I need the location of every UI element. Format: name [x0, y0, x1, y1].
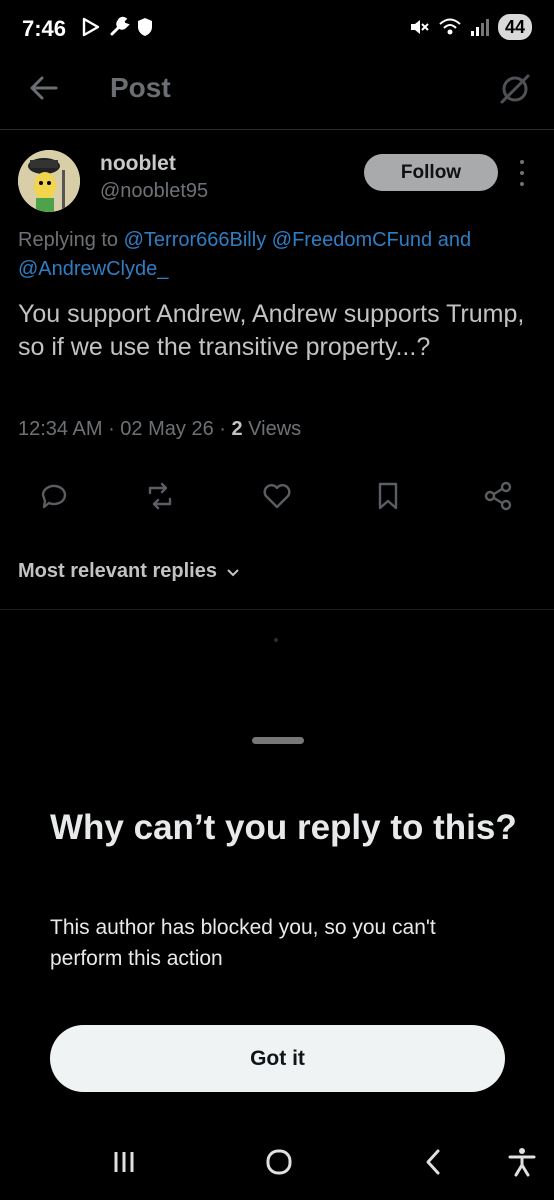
- status-time: 7:46: [22, 16, 67, 41]
- home-icon[interactable]: [259, 1146, 299, 1178]
- system-nav-bar: [0, 1120, 554, 1200]
- author-name[interactable]: nooblet: [100, 152, 176, 176]
- sheet-title: Why can’t you reply to this?: [50, 808, 517, 847]
- accessibility-icon[interactable]: [502, 1146, 542, 1178]
- status-bar: 7:46 44: [0, 0, 554, 56]
- back-arrow-icon[interactable]: [28, 72, 60, 104]
- bookmark-icon[interactable]: [372, 480, 404, 512]
- battery-icon: 44: [498, 14, 532, 40]
- back-nav-icon[interactable]: [414, 1146, 454, 1178]
- post-header: Post: [0, 60, 554, 130]
- follow-button[interactable]: Follow: [364, 154, 498, 191]
- wifi-icon: [439, 18, 461, 35]
- action-bar: [0, 480, 554, 520]
- author-handle[interactable]: @nooblet95: [100, 180, 208, 203]
- post-text: You support Andrew, Andrew supports Trum…: [18, 300, 525, 361]
- mention-link[interactable]: @FreedomCFund: [272, 229, 432, 251]
- play-store-icon: [82, 17, 100, 37]
- post-date: 02 May 26: [120, 418, 214, 440]
- post-meta: 12:34 AM · 02 May 26 · 2 Views: [18, 418, 302, 440]
- status-icons-left: [80, 16, 154, 38]
- status-icons-right: 44: [408, 14, 532, 40]
- views-label: Views: [248, 418, 302, 440]
- replying-and: and: [437, 229, 472, 251]
- mention-link[interactable]: @AndrewClyde_: [18, 258, 168, 280]
- signal-icon: [471, 19, 489, 36]
- avatar-illustration: [18, 150, 80, 212]
- mention-link[interactable]: @Terror666Billy: [124, 229, 267, 251]
- sort-label: Most relevant replies: [18, 560, 217, 582]
- shield-icon: [138, 18, 152, 36]
- sheet-drag-handle[interactable]: [252, 737, 304, 744]
- got-it-button[interactable]: Got it: [50, 1025, 505, 1092]
- post-time: 12:34 AM: [18, 418, 103, 440]
- repost-icon[interactable]: [144, 480, 176, 512]
- views-count: 2: [231, 418, 243, 440]
- post: nooblet @nooblet95 Follow Replying to @T…: [0, 130, 554, 610]
- wrench-icon: [110, 16, 130, 36]
- loading-dot: [274, 638, 278, 642]
- sheet-description: This author has blocked you, so you can'…: [50, 916, 436, 970]
- more-options-icon[interactable]: [514, 160, 530, 186]
- grok-icon[interactable]: [498, 72, 532, 106]
- recent-apps-icon[interactable]: [104, 1146, 144, 1178]
- reply-sort-dropdown[interactable]: Most relevant replies: [18, 560, 241, 583]
- reply-icon[interactable]: [38, 480, 70, 512]
- avatar[interactable]: [18, 150, 80, 212]
- replying-prefix: Replying to: [18, 229, 119, 251]
- page-title: Post: [110, 72, 171, 103]
- share-icon[interactable]: [482, 480, 514, 512]
- like-icon[interactable]: [261, 480, 293, 512]
- mute-icon: [411, 20, 429, 34]
- replying-to: Replying to @Terror666Billy @FreedomCFun…: [18, 226, 548, 284]
- chevron-down-icon: [227, 568, 239, 576]
